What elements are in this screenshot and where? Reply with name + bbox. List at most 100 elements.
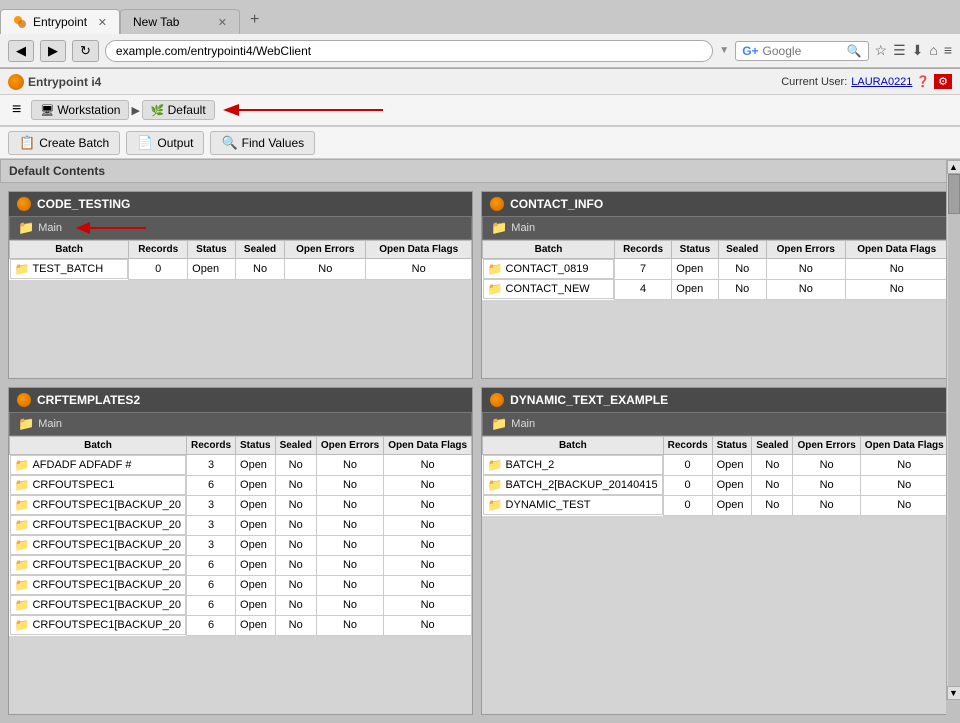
annotation-arrow xyxy=(223,98,423,122)
col-open-errors: Open Errors xyxy=(285,241,366,259)
forward-button[interactable]: ▶ xyxy=(40,40,66,62)
table-row[interactable]: 📁CRFOUTSPEC1[BACKUP_20 6 Open No No No xyxy=(10,555,472,575)
section-header: Default Contents xyxy=(0,159,960,183)
sealed-cell: No xyxy=(752,495,793,515)
find-values-button[interactable]: 🔍 Find Values xyxy=(210,131,315,155)
table-row[interactable]: 📁CRFOUTSPEC1[BACKUP_20 6 Open No No No xyxy=(10,595,472,615)
table-row[interactable]: 📁BATCH_2[BACKUP_20140415 0 Open No No No xyxy=(483,475,946,495)
tab-entrypoint-label: Entrypoint xyxy=(33,15,87,29)
user-link[interactable]: LAURA0221 xyxy=(851,76,912,88)
home-icon[interactable]: ⌂ xyxy=(929,42,937,59)
row-folder-icon: 📁 xyxy=(15,538,30,552)
new-tab-button[interactable]: + xyxy=(240,6,269,34)
sealed-cell: No xyxy=(718,259,766,280)
open-errors-cell: No xyxy=(316,455,383,476)
table-row[interactable]: 📁AFDADF ADFADF # 3 Open No No No xyxy=(10,455,472,476)
scroll-down-button[interactable]: ▼ xyxy=(947,686,960,700)
panel-contact-info-folder: 📁 Main xyxy=(482,216,946,240)
open-errors-cell: No xyxy=(316,475,383,495)
panel-dynamic-text: DYNAMIC_TEXT_EXAMPLE 📁 Main Batch Record… xyxy=(481,387,946,715)
panel-crftemplates2-icon xyxy=(17,393,31,407)
dropdown-icon: ▼ xyxy=(719,45,729,56)
open-flags-cell: No xyxy=(860,495,946,515)
table-row[interactable]: 📁CRFOUTSPEC1[BACKUP_20 6 Open No No No xyxy=(10,615,472,635)
back-button[interactable]: ◀ xyxy=(8,40,34,62)
list-icon[interactable]: ☰ xyxy=(893,42,906,59)
url-input[interactable] xyxy=(105,40,713,62)
settings-icon[interactable]: ⚙ xyxy=(934,74,952,89)
browser-chrome: Entrypoint ✕ New Tab ✕ + ◀ ▶ ↻ ▼ G+ 🔍 ☆ … xyxy=(0,0,960,69)
refresh-button[interactable]: ↻ xyxy=(72,40,99,62)
tab-entrypoint[interactable]: Entrypoint ✕ xyxy=(0,9,120,34)
search-icon[interactable]: 🔍 xyxy=(847,44,862,58)
scrollbar[interactable]: ▲ ▼ xyxy=(946,160,960,700)
row-folder-icon-3: 📁 xyxy=(488,282,503,296)
batch-cell: 📁BATCH_2[BACKUP_20140415 xyxy=(483,475,663,495)
open-flags-cell: No xyxy=(366,259,472,280)
sealed-cell: No xyxy=(752,475,793,495)
download-icon[interactable]: ⬇ xyxy=(912,42,924,59)
col-open-errors-4: Open Errors xyxy=(793,437,860,455)
col-batch-2: Batch xyxy=(483,241,615,259)
table-row[interactable]: 📁CRFOUTSPEC1[BACKUP_20 3 Open No No No xyxy=(10,495,472,515)
table-row[interactable]: 📁CONTACT_0819 7 Open No No No xyxy=(483,259,946,280)
address-bar: ◀ ▶ ↻ ▼ G+ 🔍 ☆ ☰ ⬇ ⌂ ≡ xyxy=(0,34,960,68)
table-row[interactable]: 📁DYNAMIC_TEST 0 Open No No No xyxy=(483,495,946,515)
records-cell: 7 xyxy=(614,259,671,280)
menu-icon[interactable]: ≡ xyxy=(944,42,952,59)
row-folder-icon-2: 📁 xyxy=(488,262,503,276)
create-batch-button[interactable]: 📋 Create Batch xyxy=(8,131,120,155)
status-cell: Open xyxy=(712,475,752,495)
row-folder-icon: 📁 xyxy=(15,598,30,612)
folder-icon-2: 📁 xyxy=(491,220,507,236)
batch-cell: 📁CONTACT_NEW xyxy=(483,279,614,299)
tab-entrypoint-close[interactable]: ✕ xyxy=(98,16,107,29)
output-button[interactable]: 📄 Output xyxy=(126,131,204,155)
open-errors-cell: No xyxy=(316,515,383,535)
breadcrumb-default[interactable]: 🌿 Default xyxy=(142,100,215,120)
records-cell: 6 xyxy=(187,595,236,615)
browser-toolbar-icons: ☆ ☰ ⬇ ⌂ ≡ xyxy=(875,42,953,59)
open-flags-cell: No xyxy=(384,595,472,615)
panel-dynamic-text-header: DYNAMIC_TEXT_EXAMPLE xyxy=(482,388,946,412)
table-row[interactable]: 📁BATCH_2 0 Open No No No xyxy=(483,455,946,476)
sealed-cell: No xyxy=(275,475,316,495)
action-toolbar: 📋 Create Batch 📄 Output 🔍 Find Values xyxy=(0,127,960,159)
row-folder-icon: 📁 xyxy=(15,558,30,572)
status-cell: Open xyxy=(236,475,276,495)
user-info: Current User: LAURA0221 ❓ ⚙ xyxy=(781,74,952,89)
search-input[interactable] xyxy=(763,44,843,58)
col-sealed-4: Sealed xyxy=(752,437,793,455)
open-flags-cell: No xyxy=(384,615,472,635)
tab-newtab[interactable]: New Tab ✕ xyxy=(120,9,240,34)
star-icon[interactable]: ☆ xyxy=(875,42,888,59)
workstation-icon: 🖥 xyxy=(40,104,54,117)
records-cell: 6 xyxy=(187,615,236,635)
scroll-up-button[interactable]: ▲ xyxy=(947,160,960,174)
find-values-icon: 🔍 xyxy=(221,135,237,151)
row-folder-icon: 📁 xyxy=(15,618,30,632)
contact-info-table: Batch Records Status Sealed Open Errors … xyxy=(482,240,946,300)
col-records-3: Records xyxy=(187,437,236,455)
table-row[interactable]: 📁CRFOUTSPEC1[BACKUP_20 3 Open No No No xyxy=(10,535,472,555)
table-row[interactable]: 📁CRFOUTSPEC1 6 Open No No No xyxy=(10,475,472,495)
table-row[interactable]: 📁CRFOUTSPEC1[BACKUP_20 6 Open No No No xyxy=(10,575,472,595)
scroll-thumb[interactable] xyxy=(948,174,960,214)
status-cell: Open xyxy=(236,575,276,595)
open-errors-cell: No xyxy=(766,259,845,280)
breadcrumb-workstation[interactable]: 🖥 Workstation xyxy=(31,100,129,120)
records-cell: 6 xyxy=(187,575,236,595)
help-icon[interactable]: ❓ xyxy=(916,75,930,88)
tab-newtab-close[interactable]: ✕ xyxy=(218,16,227,29)
open-errors-cell: No xyxy=(285,259,366,280)
table-row[interactable]: 📁TEST_BATCH 0 Open No No No xyxy=(10,259,472,280)
col-open-flags: Open Data Flags xyxy=(366,241,472,259)
hamburger-button[interactable]: ≡ xyxy=(6,99,27,121)
batch-cell: 📁AFDADF ADFADF # xyxy=(10,455,187,475)
table-row[interactable]: 📁CRFOUTSPEC1[BACKUP_20 3 Open No No No xyxy=(10,515,472,535)
table-row[interactable]: 📁CONTACT_NEW 4 Open No No No xyxy=(483,279,946,299)
col-status-3: Status xyxy=(236,437,276,455)
open-errors-cell: No xyxy=(316,615,383,635)
batch-cell: 📁DYNAMIC_TEST xyxy=(483,495,663,515)
col-batch-3: Batch xyxy=(10,437,187,455)
